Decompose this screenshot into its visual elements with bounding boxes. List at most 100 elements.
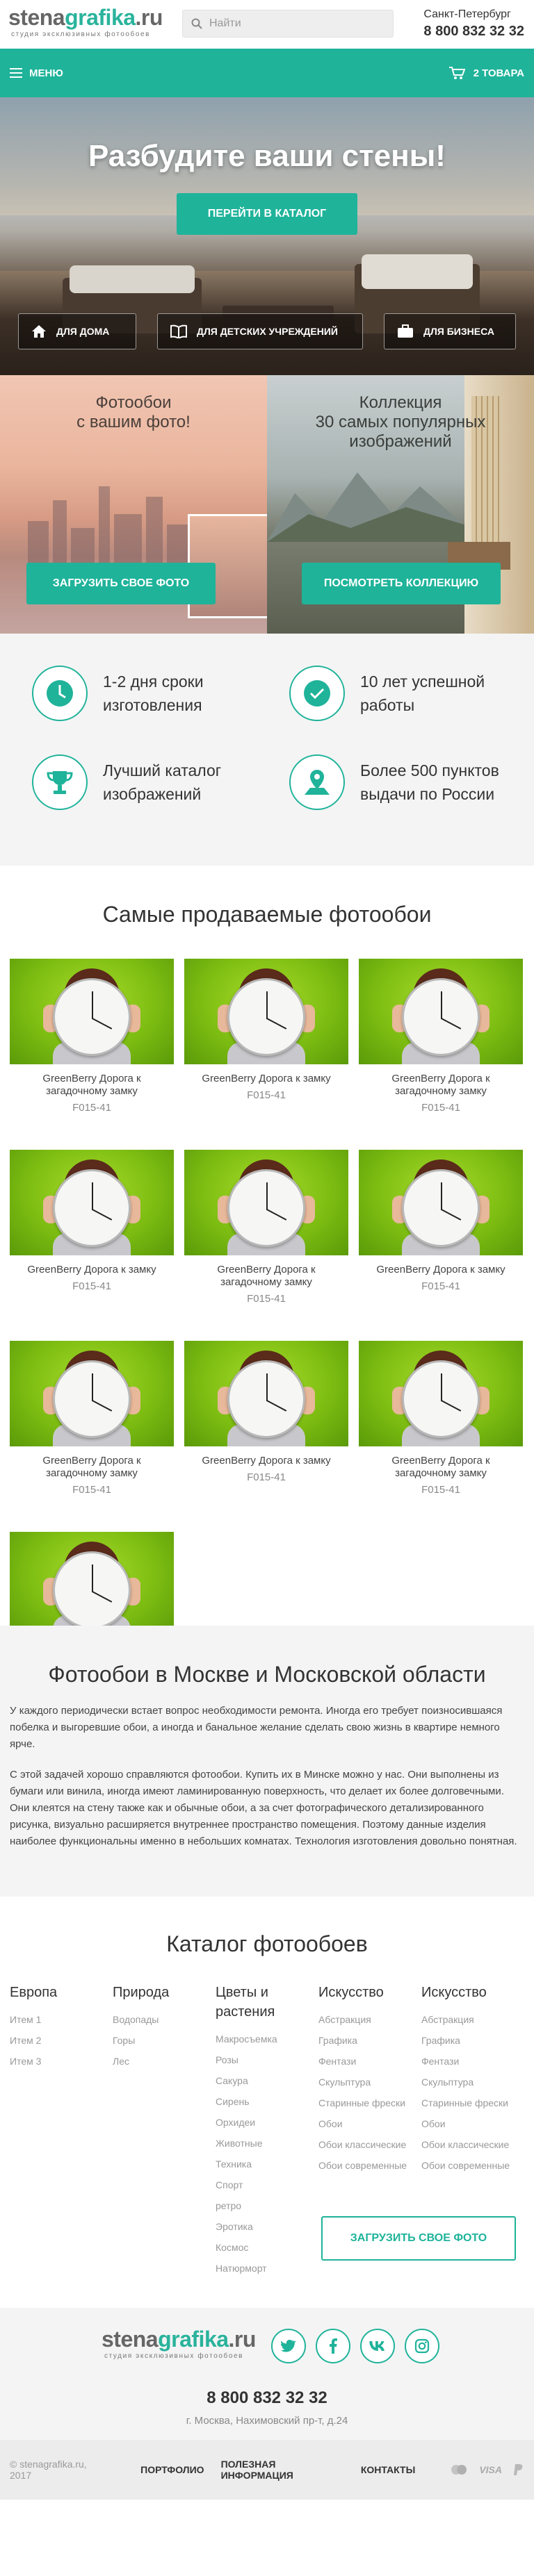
catalog-link[interactable]: Старинные фрески	[421, 2092, 519, 2113]
product-image[interactable]	[10, 959, 174, 1064]
facebook-icon[interactable]	[316, 2329, 350, 2363]
product-image[interactable]	[184, 959, 348, 1064]
product-card[interactable]: GreenBerry Дорога к загадочному замку F01…	[10, 959, 174, 1150]
product-card[interactable]: GreenBerry Дорога к загадочному замку F01…	[10, 1341, 174, 1532]
product-name[interactable]: GreenBerry Дорога к замку	[184, 1455, 348, 1467]
product-image[interactable]	[184, 1341, 348, 1446]
search-box[interactable]	[182, 10, 394, 38]
catalog-column-heading[interactable]: Европа	[10, 1983, 107, 2002]
upload-photo-button[interactable]: ЗАГРУЗИТЬ СВОЕ ФОТО	[321, 2216, 516, 2261]
catalog-link[interactable]: Сирень	[216, 2091, 313, 2112]
catalog-link[interactable]: Розы	[216, 2049, 313, 2070]
promo-title: Коллекция 30 самых популярных изображени…	[315, 393, 486, 451]
vk-icon[interactable]	[360, 2329, 395, 2363]
product-image[interactable]	[10, 1341, 174, 1446]
catalog-link[interactable]: Фентази	[318, 2051, 416, 2072]
catalog-link[interactable]: Обои классические	[421, 2134, 519, 2155]
footer-phone[interactable]: 8 800 832 32 32	[0, 2388, 534, 2408]
footer-link-portfolio[interactable]: ПОРТФОЛИО	[140, 2464, 204, 2475]
product-name[interactable]: GreenBerry Дорога к загадочному замку	[359, 1455, 523, 1480]
catalog-link[interactable]: Абстракция	[318, 2009, 416, 2030]
product-card[interactable]: GreenBerry Дорога к замку F015-41	[359, 1150, 523, 1341]
catalog-link[interactable]: Графика	[421, 2030, 519, 2051]
hero-title: Разбудите ваши стены!	[88, 139, 446, 173]
product-card[interactable]: GreenBerry Дорога к замку F015-41	[184, 1341, 348, 1532]
catalog-link[interactable]: Итем 2	[10, 2030, 107, 2051]
catalog-column-heading[interactable]: Природа	[113, 1983, 210, 2002]
catalog-link[interactable]: Обои современные	[421, 2155, 519, 2176]
product-name[interactable]: GreenBerry Дорога к загадочному замку	[10, 1455, 174, 1480]
product-name[interactable]: GreenBerry Дорога к загадочному замку	[10, 1073, 174, 1098]
catalog-link[interactable]: Сакура	[216, 2070, 313, 2091]
catalog-link[interactable]: Водопады	[113, 2009, 210, 2030]
catalog-link[interactable]: Итем 1	[10, 2009, 107, 2030]
catalog-link[interactable]: Космос	[216, 2237, 313, 2258]
product-name[interactable]: GreenBerry Дорога к замку	[184, 1073, 348, 1085]
catalog-link[interactable]: Обои современные	[318, 2155, 416, 2176]
instagram-icon[interactable]	[405, 2329, 439, 2363]
twitter-icon[interactable]	[271, 2329, 306, 2363]
catalog-link[interactable]: Скульптура	[318, 2072, 416, 2092]
product-image[interactable]	[359, 1341, 523, 1446]
search-input[interactable]	[209, 17, 383, 30]
catalog-link[interactable]: Абстракция	[421, 2009, 519, 2030]
catalog-column-heading[interactable]: Искусство	[421, 1983, 519, 2002]
catalog-link[interactable]: Эротика	[216, 2216, 313, 2237]
product-card[interactable]: GreenBerry Дорога к загадочному замку F01…	[359, 959, 523, 1150]
header-phone[interactable]: 8 800 832 32 32	[423, 24, 524, 40]
product-card[interactable]: GreenBerry Дорога к загадочному замку F01…	[184, 1150, 348, 1341]
product-name[interactable]: GreenBerry Дорога к загадочному замку	[359, 1073, 523, 1098]
catalog-column: Искусство Абстракция Графика Фентази Скульпт…	[318, 1983, 416, 2176]
product-name[interactable]: GreenBerry Дорога к загадочному замку	[184, 1264, 348, 1289]
product-image[interactable]	[10, 1532, 174, 1637]
catalog-link[interactable]: Старинные фрески	[318, 2092, 416, 2113]
upload-photo-button[interactable]: ЗАГРУЗИТЬ СВОЕ ФОТО	[26, 563, 216, 604]
catalog-link[interactable]: Горы	[113, 2030, 210, 2051]
footer-logo[interactable]: stenagrafika.ru студия эксклюзивных фото…	[102, 2327, 256, 2360]
catalog-link[interactable]: Техника	[216, 2154, 313, 2174]
footer-link-info[interactable]: ПОЛЕЗНАЯ ИНФОРМАЦИЯ	[221, 2459, 344, 2481]
product-name[interactable]: GreenBerry Дорога к замку	[10, 1264, 174, 1276]
catalog-link[interactable]: ретро	[216, 2195, 313, 2216]
product-sku: F015-41	[247, 1293, 286, 1305]
catalog-link[interactable]: Графика	[318, 2030, 416, 2051]
social-links	[271, 2329, 439, 2363]
footer-link-contacts[interactable]: КОНТАКТЫ	[361, 2464, 415, 2475]
site-logo[interactable]: stenagrafika.ru студия эксклюзивных фото…	[8, 6, 163, 38]
product-image[interactable]	[359, 959, 523, 1064]
product-card[interactable]: GreenBerry Дорога к замку F015-41	[184, 959, 348, 1150]
catalog-link[interactable]: Спорт	[216, 2174, 313, 2195]
catalog-link[interactable]: Натюрморт	[216, 2258, 313, 2279]
bottom-bar: © stenagrafika.ru, 2017 ПОРТФОЛИО ПОЛЕЗН…	[0, 2440, 534, 2500]
product-grid: GreenBerry Дорога к загадочному замку F01…	[10, 959, 524, 1723]
catalog-link[interactable]: Животные	[216, 2133, 313, 2154]
product-name[interactable]: GreenBerry Дорога к замку	[359, 1264, 523, 1276]
category-business-button[interactable]: ДЛЯ БИЗНЕСА	[384, 313, 516, 349]
catalog-column-heading[interactable]: Цветы и растения	[216, 1983, 313, 2022]
cart-button[interactable]: 2 ТОВАРА	[448, 66, 524, 80]
catalog-link[interactable]: Фентази	[421, 2051, 519, 2072]
product-image[interactable]	[359, 1150, 523, 1255]
product-card[interactable]: GreenBerry Дорога к замку F015-41	[10, 1150, 174, 1341]
catalog-link[interactable]: Орхидеи	[216, 2112, 313, 2133]
catalog-link[interactable]: Обои	[318, 2113, 416, 2134]
feature-text: 1-2 дня сроки изготовления	[103, 672, 204, 714]
catalog-column-heading[interactable]: Искусство	[318, 1983, 416, 2002]
view-collection-button[interactable]: ПОСМОТРЕТЬ КОЛЛЕКЦИЮ	[302, 563, 501, 604]
product-card[interactable]: GreenBerry Дорога к загадочному замку F01…	[359, 1341, 523, 1532]
catalog-link[interactable]: Лес	[113, 2051, 210, 2072]
go-to-catalog-button[interactable]: ПЕРЕЙТИ В КАТАЛОГ	[177, 193, 357, 235]
category-kids-button[interactable]: ДЛЯ ДЕТСКИХ УЧРЕЖДЕНИЙ	[157, 313, 363, 349]
city-selector[interactable]: Санкт-Петербург	[423, 8, 524, 21]
product-image[interactable]	[184, 1150, 348, 1255]
product-image[interactable]	[10, 1150, 174, 1255]
category-home-button[interactable]: ДЛЯ ДОМА	[18, 313, 136, 349]
catalog-link[interactable]: Макросъемка	[216, 2029, 313, 2049]
catalog-link[interactable]: Итем 3	[10, 2051, 107, 2072]
clock-icon	[32, 666, 88, 721]
catalog-link[interactable]: Обои классические	[318, 2134, 416, 2155]
catalog-link[interactable]: Обои	[421, 2113, 519, 2134]
catalog-link[interactable]: Скульптура	[421, 2072, 519, 2092]
feature-text: 10 лет успешной работы	[360, 672, 485, 714]
menu-button[interactable]: МЕНЮ	[10, 67, 63, 79]
